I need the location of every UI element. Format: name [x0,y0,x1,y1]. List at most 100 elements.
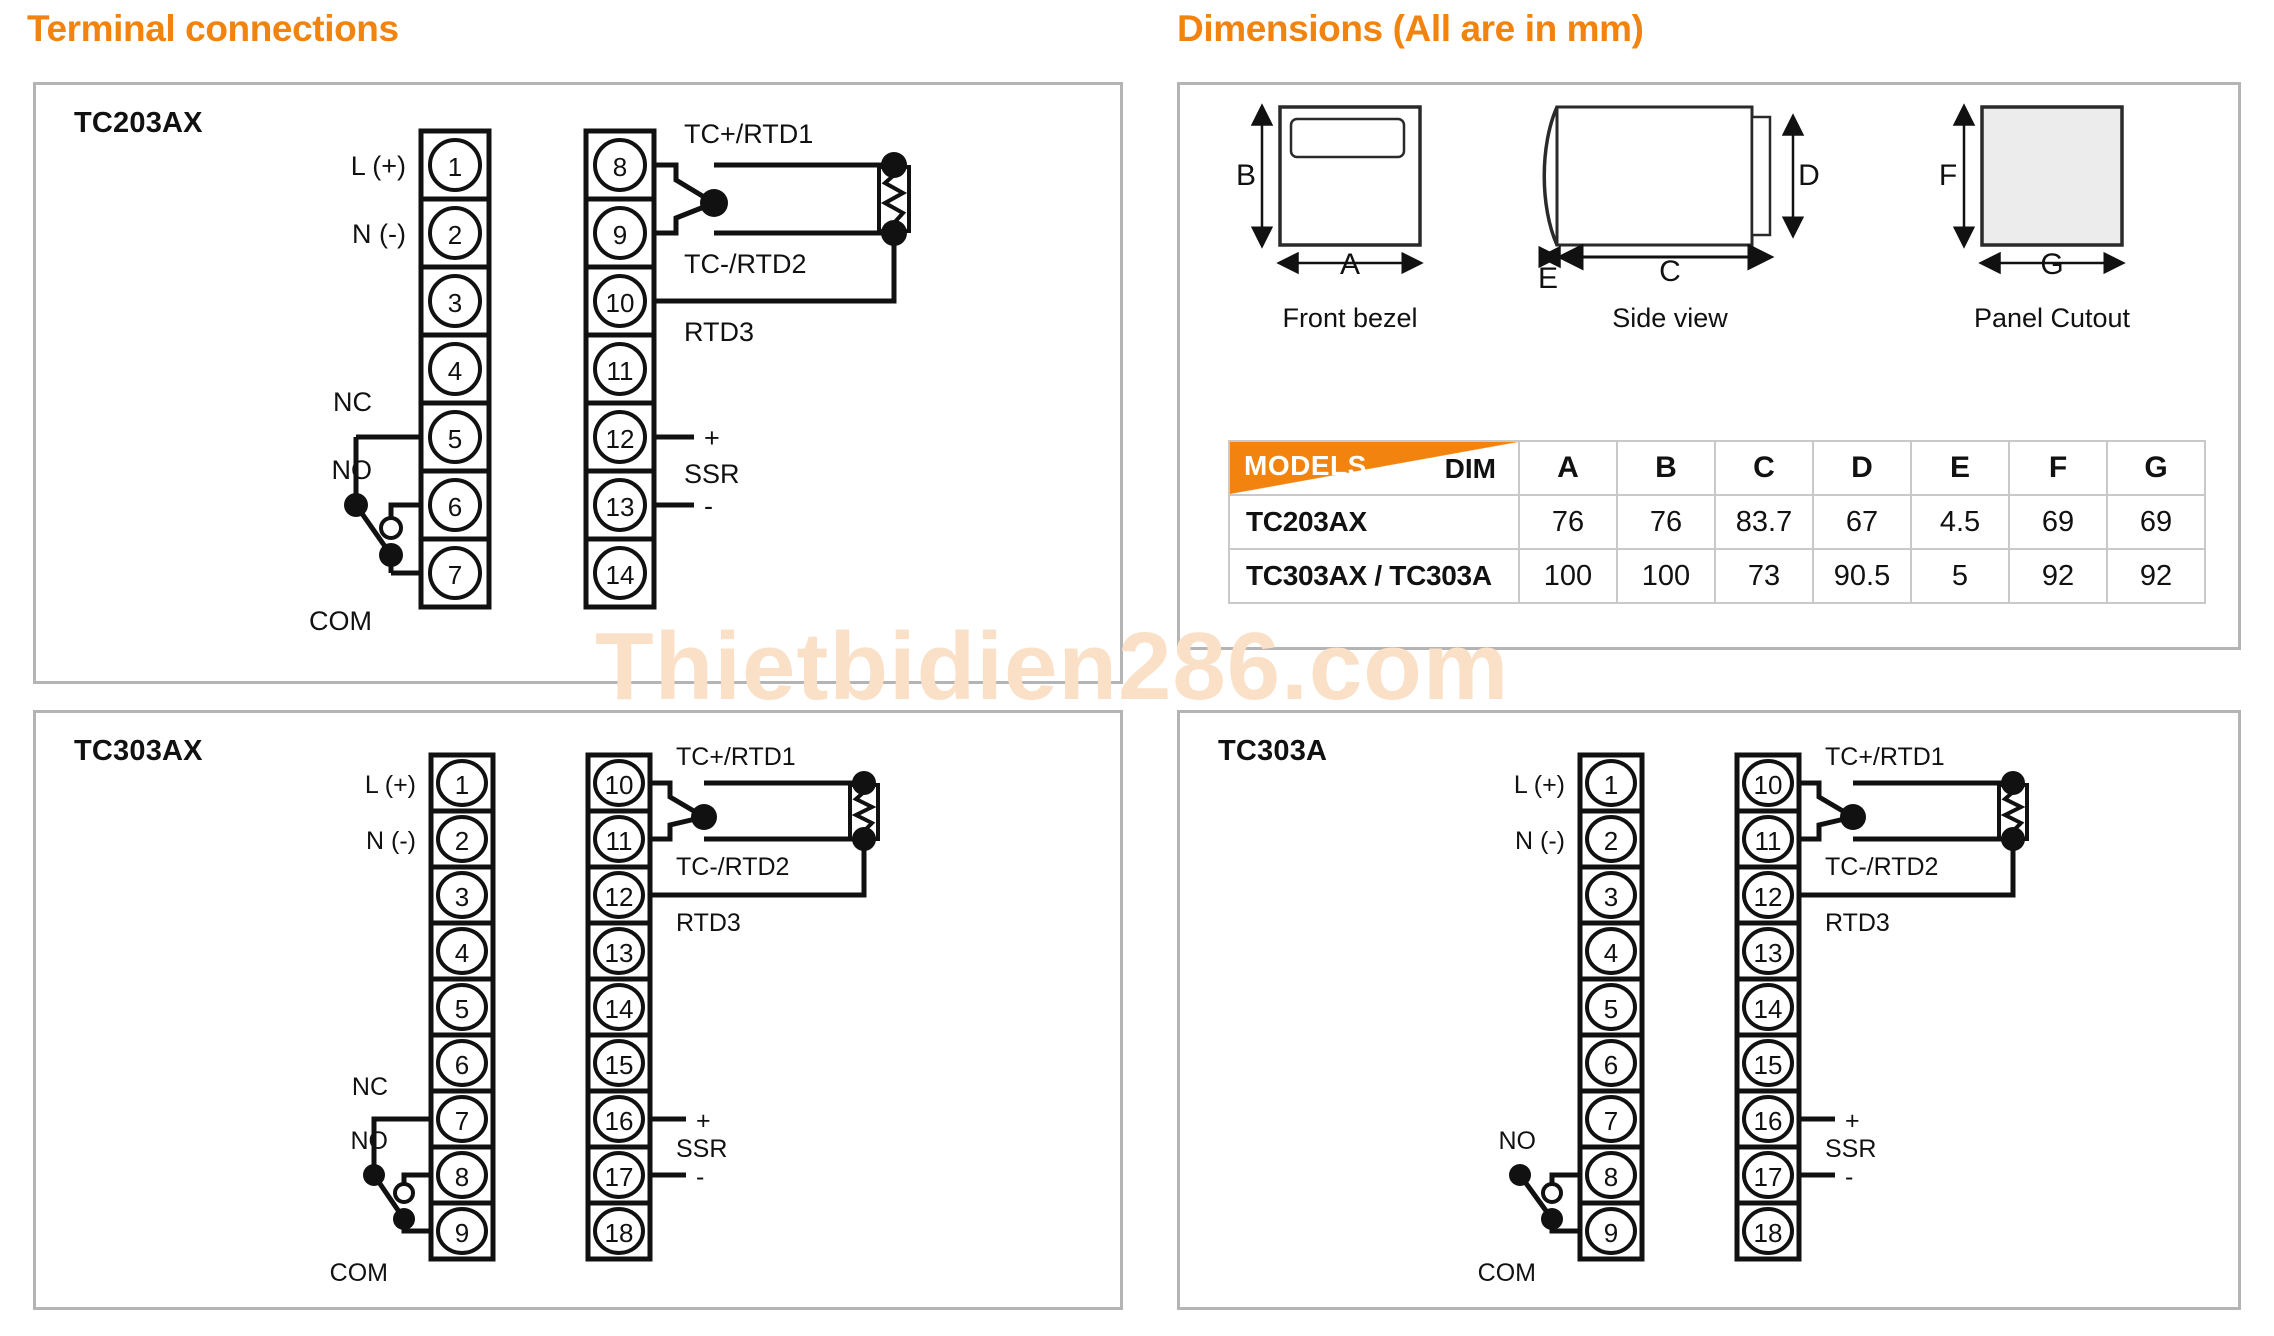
terminal-number: 2 [1604,826,1618,856]
dim-value-cell: 5 [1910,548,2010,604]
label-tc-minus-rtd2: TC-/RTD2 [676,853,789,881]
terminal-number: 12 [1754,882,1783,912]
terminal-number: 10 [605,770,634,800]
terminal-number: 12 [605,882,634,912]
sensor-node-dot [881,220,907,246]
datasheet-page: Terminal connections Dimensions (All are… [0,0,2274,1336]
terminal-number: 8 [1604,1162,1618,1192]
sensor-node-dot [881,152,907,178]
model-name-cell: TC203AX [1228,494,1520,550]
panel-tc303ax: TC303AX 1 2 3 4 5 6 7 8 9 L (+) N (-) NC… [33,710,1123,1310]
terminal-number: 9 [613,220,627,250]
dim-value-cell: 90.5 [1812,548,1912,604]
dim-value-cell: 100 [1616,548,1716,604]
terminal-number: 13 [605,938,634,968]
terminal-number: 9 [455,1218,469,1248]
column-header-B: B [1616,440,1716,496]
terminal-number: 3 [448,288,462,318]
terminal-number: 7 [448,560,462,590]
side-view-bezel-curve [1542,106,1559,246]
column-header-A: A [1518,440,1618,496]
dim-value-cell: 69 [2106,494,2206,550]
dim-label-F: F [1939,159,1957,192]
terminal-number: 15 [1754,1050,1783,1080]
terminal-number: 6 [1604,1050,1618,1080]
label-ssr-plus: + [1845,1107,1860,1135]
label-ssr: SSR [676,1135,727,1163]
terminal-number: 3 [1604,882,1618,912]
side-view-body [1555,105,1754,247]
dim-label-B: B [1236,159,1256,192]
dimensions-title: Dimensions (All are in mm) [1177,8,1644,49]
dim-value-cell: 76 [1616,494,1716,550]
models-dim-header-cell: MODELS DIM [1228,440,1520,496]
dim-value-cell: 67 [1812,494,1912,550]
label-L-plus: L (+) [365,771,416,799]
thermocouple-junction-dot [691,804,717,830]
terminal-number: 4 [448,356,462,386]
terminal-number: 3 [455,882,469,912]
terminal-number: 4 [455,938,469,968]
dim-value-cell: 92 [2106,548,2206,604]
label-tc-plus-rtd1: TC+/RTD1 [684,119,813,149]
table-row: TC303AX / TC303A 100 100 73 90.5 5 92 92 [1228,548,2206,604]
relay-no-dot [393,1182,415,1204]
label-ssr-minus: - [704,491,713,521]
terminal-number: 5 [455,994,469,1024]
terminal-number: 1 [455,770,469,800]
label-ssr-plus: + [704,423,720,453]
terminal-number: 7 [1604,1106,1618,1136]
terminal-number: 13 [1754,938,1783,968]
thermocouple-junction-dot [1840,804,1866,830]
view-name-side-view: Side view [1612,303,1728,333]
models-header-label: MODELS [1244,450,1367,481]
relay-no-dot [1541,1182,1563,1204]
label-COM: COM [330,1259,388,1287]
dim-label-A: A [1340,248,1360,281]
relay-no-dot [379,516,403,540]
column-header-G: G [2106,440,2206,496]
terminal-number: 9 [1604,1218,1618,1248]
relay-pivot-dot [1509,1164,1531,1186]
panel-tc303a: TC303A 1 2 3 4 5 6 7 8 9 L (+) N (-) NO … [1177,710,2241,1310]
dim-value-cell: 73 [1714,548,1814,604]
dim-label-C: C [1659,255,1681,288]
column-header-C: C [1714,440,1814,496]
label-N-minus: N (-) [1515,827,1565,855]
diagram-tc303ax: 1 2 3 4 5 6 7 8 9 L (+) N (-) NC NO COM … [330,743,880,1287]
label-NC: NC [352,1073,388,1101]
label-NC: NC [333,387,372,417]
label-L-plus: L (+) [351,151,406,181]
dimensions-table: MODELS DIM A B C D E F G TC203AX 76 76 8… [1228,440,2206,604]
terminal-number: 14 [1754,994,1783,1024]
relay-contact-dot [379,543,403,567]
terminal-number: 13 [606,492,635,522]
terminal-number: 18 [605,1218,634,1248]
terminal-number: 16 [1754,1106,1783,1136]
relay-contact-dot [393,1208,415,1230]
terminal-number: 10 [1754,770,1783,800]
terminal-number: 2 [448,220,462,250]
dimension-drawings: B A Front bezel E C D Side view F G Pane… [1236,103,2131,333]
label-tc-plus-rtd1: TC+/RTD1 [676,743,796,771]
sensor-node-dot [2001,827,2025,851]
terminal-number: 14 [606,560,635,590]
label-ssr: SSR [684,459,740,489]
label-tc-minus-rtd2: TC-/RTD2 [684,249,807,279]
dim-value-cell: 76 [1518,494,1618,550]
terminal-number: 8 [613,152,627,182]
terminal-number: 17 [1754,1162,1783,1192]
table-row: TC203AX 76 76 83.7 67 4.5 69 69 [1228,494,2206,550]
terminal-number: 11 [607,356,634,386]
relay-pivot-dot [344,493,368,517]
dim-header-label: DIM [1444,453,1496,484]
sensor-node-dot [2001,771,2025,795]
label-rtd3: RTD3 [684,317,754,347]
panel-cutout-body [1980,105,2124,247]
label-tc-minus-rtd2: TC-/RTD2 [1825,853,1938,881]
model-name-cell: TC303AX / TC303A [1228,548,1520,604]
terminal-number: 11 [606,826,633,856]
terminal-number: 5 [448,424,462,454]
label-rtd3: RTD3 [1825,909,1890,937]
label-ssr-minus: - [696,1163,704,1191]
